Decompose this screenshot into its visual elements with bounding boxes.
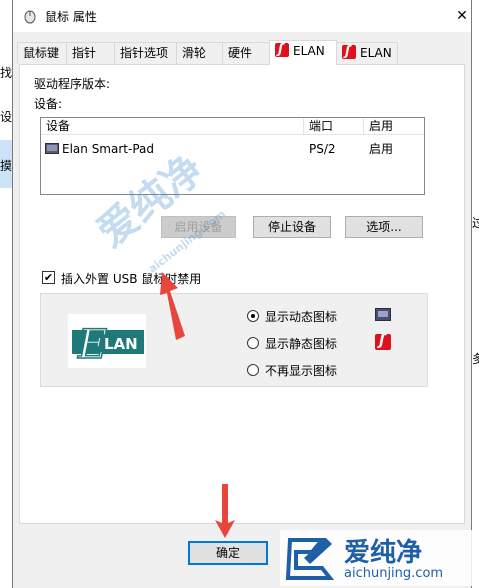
elan-icon [275, 40, 289, 60]
watermark-logo: 爱纯净 aichunjing.com [280, 530, 476, 586]
brand-logo-icon [285, 538, 335, 580]
annotation-arrow-icon [160, 272, 185, 340]
annotation-overlay [160, 272, 235, 538]
watermark-url-bottom: aichunjing.com [344, 566, 444, 581]
watermark-brand-bottom: 爱纯净 [344, 538, 423, 568]
tab-elan-active[interactable]: ELAN [269, 40, 337, 65]
annotation-arrow-icon [215, 484, 235, 538]
